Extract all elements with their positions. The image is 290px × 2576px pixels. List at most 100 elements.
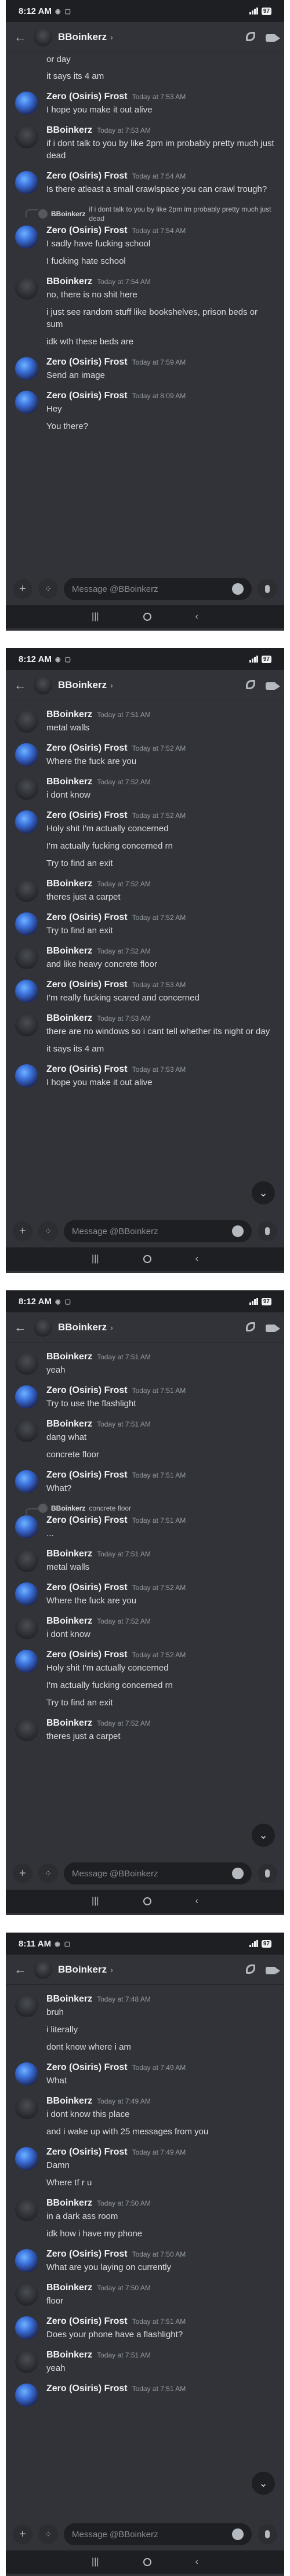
- author-name[interactable]: Zero (Osiris) Frost: [46, 92, 128, 102]
- dm-name[interactable]: BBoinkerz: [58, 1964, 107, 1975]
- author-avatar[interactable]: [15, 2350, 38, 2373]
- author-avatar[interactable]: [15, 2062, 38, 2086]
- voice-message-button[interactable]: [258, 1864, 277, 1883]
- recents-icon[interactable]: |||: [92, 1896, 99, 1906]
- author-avatar[interactable]: [15, 1582, 38, 1606]
- author-name[interactable]: BBoinkerz: [46, 2350, 92, 2360]
- nav-back-icon[interactable]: ‹: [195, 1896, 198, 1906]
- author-avatar[interactable]: [15, 2384, 38, 2407]
- call-icon[interactable]: [246, 32, 255, 41]
- author-avatar[interactable]: [15, 1650, 38, 1673]
- dm-name[interactable]: BBoinkerz: [58, 1322, 107, 1333]
- dm-avatar[interactable]: [34, 1318, 52, 1337]
- author-avatar[interactable]: [15, 2283, 38, 2306]
- recents-icon[interactable]: |||: [92, 2557, 99, 2567]
- author-name[interactable]: Zero (Osiris) Frost: [46, 980, 128, 990]
- jump-to-present-button[interactable]: ⌄: [252, 1824, 275, 1847]
- back-arrow-icon[interactable]: ←: [14, 1320, 29, 1335]
- message-list[interactable]: BBoinkerz Today at 7:51 AM yeah Zero (Osiri…: [6, 1342, 284, 1857]
- home-icon[interactable]: [143, 1255, 151, 1263]
- author-name[interactable]: BBoinkerz: [46, 276, 92, 287]
- author-avatar[interactable]: [15, 1994, 38, 2017]
- apps-icon[interactable]: ⁘: [38, 1864, 58, 1883]
- author-name[interactable]: BBoinkerz: [46, 125, 92, 136]
- call-icon[interactable]: [246, 1964, 255, 1974]
- author-avatar[interactable]: [15, 777, 38, 800]
- author-avatar[interactable]: [15, 2316, 38, 2339]
- author-name[interactable]: Zero (Osiris) Frost: [46, 171, 128, 181]
- author-name[interactable]: BBoinkerz: [46, 1994, 92, 2004]
- author-avatar[interactable]: [15, 912, 38, 936]
- author-name[interactable]: Zero (Osiris) Frost: [46, 1064, 128, 1075]
- author-avatar[interactable]: [15, 710, 38, 733]
- author-avatar[interactable]: [15, 1013, 38, 1036]
- video-call-icon[interactable]: [266, 1325, 280, 1332]
- author-name[interactable]: Zero (Osiris) Frost: [46, 1385, 128, 1396]
- author-name[interactable]: Zero (Osiris) Frost: [46, 2316, 128, 2327]
- author-name[interactable]: BBoinkerz: [46, 2283, 92, 2293]
- author-name[interactable]: BBoinkerz: [46, 1013, 92, 1024]
- author-name[interactable]: Zero (Osiris) Frost: [46, 391, 128, 401]
- call-icon[interactable]: [246, 680, 255, 689]
- call-icon[interactable]: [246, 1322, 255, 1331]
- author-avatar[interactable]: [15, 2096, 38, 2119]
- message-list[interactable]: or day it says its 4 am Zero (Osiris) Fros…: [6, 52, 284, 573]
- author-avatar[interactable]: [15, 810, 38, 834]
- chevron-right-icon[interactable]: ›: [110, 1323, 113, 1332]
- jump-to-present-button[interactable]: ⌄: [252, 1181, 275, 1205]
- message-list[interactable]: BBoinkerz Today at 7:48 AM bruh i literally…: [6, 1985, 284, 2518]
- author-name[interactable]: BBoinkerz: [46, 1352, 92, 1362]
- author-avatar[interactable]: [15, 171, 38, 194]
- author-avatar[interactable]: [15, 92, 38, 115]
- add-attachment-button[interactable]: +: [13, 2524, 32, 2544]
- message-input[interactable]: Message @BBoinkerz: [64, 1220, 252, 1242]
- nav-back-icon[interactable]: ‹: [195, 2557, 198, 2567]
- author-name[interactable]: BBoinkerz: [46, 946, 92, 956]
- author-avatar[interactable]: [15, 1718, 38, 1741]
- author-name[interactable]: Zero (Osiris) Frost: [46, 225, 128, 236]
- reply-reference[interactable]: BBoinkerz if i dont talk to you by like 2…: [15, 205, 275, 223]
- dm-avatar[interactable]: [34, 1960, 52, 1979]
- message-input[interactable]: Message @BBoinkerz: [64, 578, 252, 600]
- emoji-icon[interactable]: [232, 1225, 244, 1237]
- chevron-right-icon[interactable]: ›: [110, 681, 113, 690]
- add-attachment-button[interactable]: +: [13, 1864, 32, 1883]
- author-name[interactable]: Zero (Osiris) Frost: [46, 2147, 128, 2157]
- author-name[interactable]: Zero (Osiris) Frost: [46, 357, 128, 368]
- author-avatar[interactable]: [15, 1549, 38, 1572]
- author-avatar[interactable]: [15, 1419, 38, 1442]
- author-name[interactable]: Zero (Osiris) Frost: [46, 1515, 128, 1526]
- author-avatar[interactable]: [15, 391, 38, 414]
- author-name[interactable]: Zero (Osiris) Frost: [46, 743, 128, 754]
- author-avatar[interactable]: [15, 357, 38, 380]
- chevron-right-icon[interactable]: ›: [110, 1965, 113, 1974]
- emoji-icon[interactable]: [232, 1868, 244, 1879]
- video-call-icon[interactable]: [266, 34, 280, 42]
- author-avatar[interactable]: [15, 276, 38, 300]
- author-avatar[interactable]: [15, 1470, 38, 1493]
- video-call-icon[interactable]: [266, 1967, 280, 1974]
- video-call-icon[interactable]: [266, 682, 280, 690]
- voice-message-button[interactable]: [258, 579, 277, 599]
- message-list[interactable]: BBoinkerz Today at 7:51 AM metal walls Zero…: [6, 700, 284, 1215]
- author-avatar[interactable]: [15, 1616, 38, 1639]
- emoji-icon[interactable]: [232, 2528, 244, 2540]
- nav-back-icon[interactable]: ‹: [195, 612, 198, 622]
- author-name[interactable]: Zero (Osiris) Frost: [46, 1582, 128, 1593]
- reply-reference[interactable]: BBoinkerz concrete floor: [15, 1504, 275, 1516]
- emoji-icon[interactable]: [232, 583, 244, 595]
- message-input[interactable]: Message @BBoinkerz: [64, 2523, 252, 2545]
- author-avatar[interactable]: [15, 2147, 38, 2170]
- author-name[interactable]: Zero (Osiris) Frost: [46, 912, 128, 923]
- author-name[interactable]: BBoinkerz: [46, 710, 92, 720]
- author-avatar[interactable]: [15, 1352, 38, 1375]
- recents-icon[interactable]: |||: [92, 1254, 99, 1264]
- author-avatar[interactable]: [15, 879, 38, 902]
- author-name[interactable]: Zero (Osiris) Frost: [46, 2384, 128, 2394]
- author-name[interactable]: BBoinkerz: [46, 2198, 92, 2208]
- author-avatar[interactable]: [15, 743, 38, 766]
- nav-back-icon[interactable]: ‹: [195, 1254, 198, 1264]
- dm-avatar[interactable]: [34, 27, 52, 46]
- author-name[interactable]: BBoinkerz: [46, 2096, 92, 2106]
- add-attachment-button[interactable]: +: [13, 579, 32, 599]
